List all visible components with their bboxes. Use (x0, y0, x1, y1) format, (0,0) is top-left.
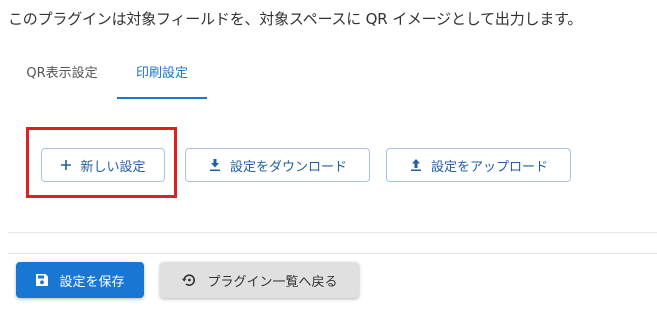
save-icon (35, 273, 49, 287)
history-icon (181, 272, 197, 288)
back-to-plugin-list-label: プラグイン一覧へ戻る (207, 274, 338, 290)
save-settings-button[interactable]: 設定を保存 (16, 262, 144, 298)
upload-settings-label: 設定をアップロード (430, 159, 548, 175)
tab-bar: QR表示設定 印刷設定 (8, 52, 657, 100)
divider (8, 253, 657, 254)
download-settings-label: 設定をダウンロード (229, 159, 347, 175)
back-to-plugin-list-button[interactable]: プラグイン一覧へ戻る (160, 262, 359, 298)
tab-qr-display-settings[interactable]: QR表示設定 (8, 52, 116, 98)
download-icon (208, 158, 222, 172)
tab-print-settings[interactable]: 印刷設定 (117, 52, 207, 98)
upload-settings-button[interactable]: 設定をアップロード (386, 148, 571, 182)
divider (8, 232, 657, 233)
download-settings-button[interactable]: 設定をダウンロード (185, 148, 370, 182)
active-tab-indicator (117, 97, 207, 99)
upload-icon (409, 158, 423, 172)
plugin-description: このプラグインは対象フィールドを、対象スペースに QR イメージとして出力します… (8, 10, 583, 28)
highlight-box (26, 127, 177, 198)
save-settings-label: 設定を保存 (59, 274, 125, 290)
